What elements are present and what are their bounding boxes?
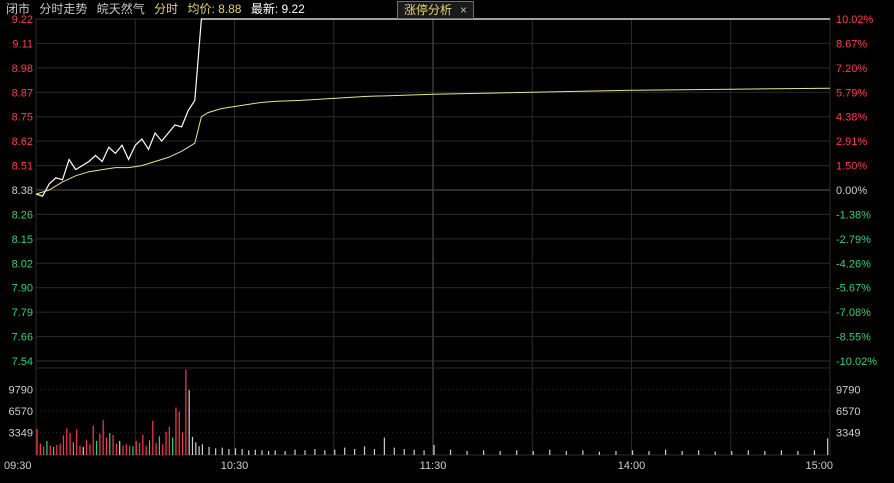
limit-up-analysis-tag[interactable]: 涨停分析 × [397,1,475,19]
price-tick-label: 8.75 [12,112,33,124]
time-tick-label: 11:30 [420,460,447,472]
period-label: 分时 [154,2,179,16]
avg-price-label: 均价: 8.88 [187,2,242,16]
price-tick-label: 7.54 [12,356,33,368]
pct-tick-label: 1.50% [836,161,867,173]
pct-tick-label: 0.00% [836,185,867,197]
price-tick-label: 7.90 [12,283,33,295]
pct-tick-label: 5.79% [836,87,867,99]
chart-mode-label[interactable]: 分时走势 [39,2,87,16]
price-tick-label: 8.98 [12,63,33,75]
volume-tick-label: 3349 [836,428,860,440]
intraday-chart[interactable]: 9.22 10.02%9.11 8.67%8.98 7.20%8.87 5.79%8.7… [0,0,894,483]
pct-tick-label: 7.20% [836,63,867,75]
price-tick-label: 8.38 [12,185,33,197]
price-tick-label: 8.26 [12,209,33,221]
price-tick-label: 7.66 [12,332,33,344]
pct-tick-label: -4.26% [836,258,871,270]
pct-tick-label: -2.79% [836,234,871,246]
pct-tick-label: -7.08% [836,307,871,319]
pct-tick-label: 4.38% [836,112,867,124]
volume-tick-label: 3349 [9,428,33,440]
market-status: 闭市 [6,2,31,16]
pct-tick-label: -10.02% [836,356,877,368]
limit-up-analysis-label[interactable]: 涨停分析 [404,3,452,17]
chart-header: 闭市 分时走势 皖天然气 分时 均价: 8.88 最新: 9.22 [6,0,311,18]
pct-tick-label: 10.02% [836,14,874,26]
time-tick-label: 15:00 [805,460,833,472]
volume-tick-label: 9790 [9,384,33,396]
pct-tick-label: 2.91% [836,136,867,148]
pct-tick-label: -1.38% [836,209,871,221]
latest-price-label: 最新: 9.22 [250,2,305,16]
price-tick-label: 8.02 [12,258,33,270]
price-tick-label: 7.79 [12,307,33,319]
price-tick-label: 9.11 [12,38,33,50]
stock-name: 皖天然气 [96,2,145,16]
volume-tick-label: 6570 [9,406,33,418]
time-tick-label: 09:30 [4,460,32,472]
price-tick-label: 8.87 [12,87,33,99]
time-tick-label: 14:00 [618,460,646,472]
close-icon[interactable]: × [460,3,467,17]
pct-tick-label: -8.55% [836,332,871,344]
pct-tick-label: -5.67% [836,283,871,295]
price-tick-label: 8.62 [12,136,33,148]
time-tick-label: 10:30 [221,460,249,472]
price-tick-label: 8.15 [12,234,33,246]
pct-tick-label: 8.67% [836,38,867,50]
price-tick-label: 8.51 [12,161,33,173]
volume-tick-label: 9790 [836,384,860,396]
volume-tick-label: 6570 [836,406,860,418]
